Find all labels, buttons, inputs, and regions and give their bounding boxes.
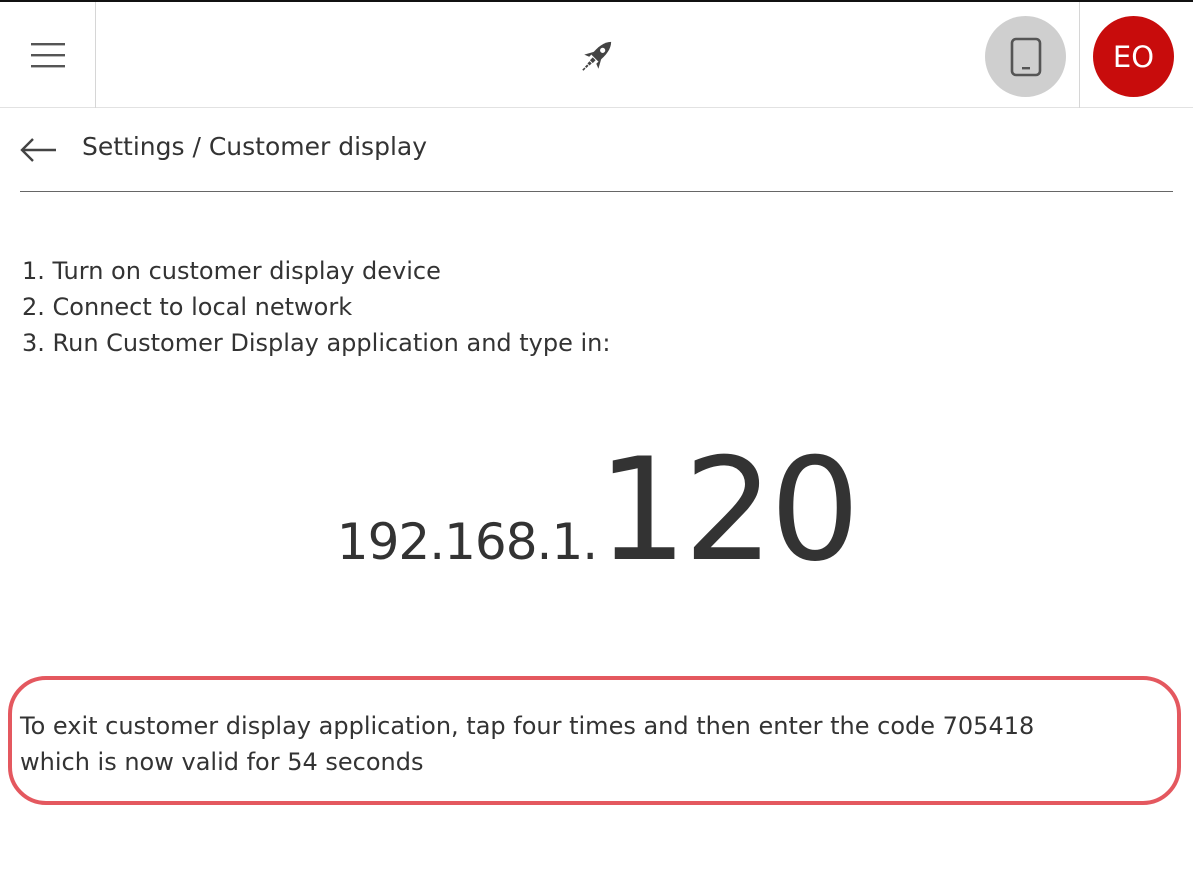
- exit-notice: To exit customer display application, ta…: [20, 708, 1170, 780]
- breadcrumb: Settings / Customer display: [82, 132, 428, 161]
- hamburger-menu-icon: [30, 43, 65, 68]
- instruction-steps: 1. Turn on customer display device 2. Co…: [22, 253, 610, 361]
- step-item: 2. Connect to local network: [22, 293, 353, 321]
- exit-notice-line: To exit customer display application, ta…: [20, 712, 1035, 740]
- ip-address-suffix: 120: [597, 428, 860, 593]
- top-bar: EO: [0, 0, 1193, 108]
- rocket-logo-icon: [582, 41, 612, 71]
- header-divider: [1079, 2, 1080, 108]
- breadcrumb-bar: Settings / Customer display: [20, 122, 1173, 192]
- step-item: 1. Turn on customer display device: [22, 257, 441, 285]
- tablet-icon: [1010, 37, 1041, 76]
- back-button[interactable]: [20, 130, 60, 170]
- user-avatar[interactable]: EO: [1093, 16, 1174, 97]
- arrow-left-icon: [20, 138, 56, 162]
- menu-button[interactable]: [0, 2, 96, 108]
- exit-notice-line: which is now valid for 54 seconds: [20, 748, 424, 776]
- ip-address-prefix: 192.168.1.: [336, 513, 598, 571]
- step-item: 3. Run Customer Display application and …: [22, 329, 611, 357]
- ip-address: 192.168.1. 120: [0, 440, 1193, 582]
- customer-display-button[interactable]: [985, 16, 1066, 97]
- user-initials: EO: [1112, 39, 1155, 74]
